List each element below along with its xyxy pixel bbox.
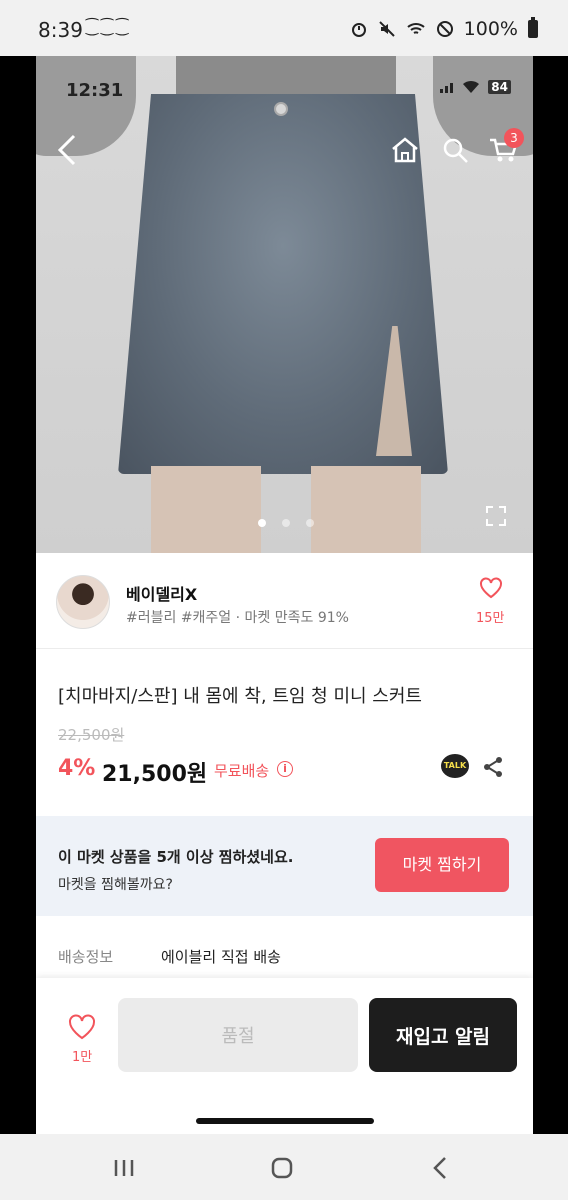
heart-icon[interactable] — [479, 577, 503, 599]
restock-alert-button[interactable]: 재입고 알림 — [369, 998, 517, 1072]
heart-icon[interactable] — [68, 1014, 96, 1040]
no-disturb-icon — [436, 21, 453, 37]
info-icon[interactable]: i — [277, 761, 293, 777]
alarm-icon — [351, 23, 366, 37]
mute-icon — [378, 21, 395, 37]
kakao-talk-icon[interactable]: TALK — [441, 754, 469, 778]
wifi-icon — [463, 80, 480, 93]
system-time: 8:39 — [38, 18, 83, 42]
free-shipping-label: 무료배송 — [214, 762, 270, 780]
seller-like-count: 15만 — [476, 611, 505, 626]
product-image[interactable]: 12:31 84 3 — [36, 56, 533, 553]
market-like-banner: 이 마켓 상품을 5개 이상 찜하셨네요. 마켓을 찜해볼까요? 마켓 찜하기 — [36, 816, 533, 916]
image-skirt-button — [274, 102, 288, 116]
sale-price: 21,500원 — [102, 762, 208, 787]
discount-rate: 4% — [58, 756, 96, 781]
like-market-button[interactable]: 마켓 찜하기 — [375, 838, 509, 892]
image-arm-left — [36, 56, 136, 156]
notification-icons: ⁐⁐⁐ — [86, 18, 132, 36]
image-leg-right — [311, 466, 421, 553]
seller-name[interactable]: 베이델리X — [126, 581, 197, 605]
battery-percent: 100% — [463, 18, 518, 40]
seller-avatar[interactable] — [56, 575, 110, 629]
image-pager — [258, 519, 314, 527]
expand-icon[interactable] — [484, 504, 508, 528]
bottom-action-bar: 1만 품절 재입고 알림 — [36, 978, 533, 1134]
soldout-button[interactable]: 품절 — [118, 998, 358, 1072]
pager-dot — [282, 519, 290, 527]
app-screen: 12:31 84 3 베이델리X #러블리 #캐주얼 · 마켓 만족도 91% … — [36, 56, 533, 1134]
recent-apps-icon[interactable] — [112, 1158, 136, 1178]
app-battery-level: 84 — [488, 80, 511, 94]
product-title: [치마바지/스판] 내 몸에 착, 트임 청 미니 스커트 — [58, 686, 422, 707]
home-icon[interactable] — [390, 136, 420, 164]
banner-question: 마켓을 찜해볼까요? — [58, 877, 173, 893]
product-like-count: 1만 — [72, 1050, 93, 1065]
delivery-info-label: 배송정보 — [58, 948, 114, 966]
app-status-time: 12:31 — [66, 80, 124, 101]
system-status-icons: 100% — [350, 17, 538, 40]
image-leg-left — [151, 466, 261, 553]
share-icon[interactable] — [482, 756, 504, 778]
wifi-icon — [407, 23, 425, 34]
cart-count-badge: 3 — [504, 128, 524, 148]
seller-tags: #러블리 #캐주얼 · 마켓 만족도 91% — [126, 610, 349, 626]
system-nav-bar — [0, 1134, 568, 1200]
banner-message: 이 마켓 상품을 5개 이상 찜하셨네요. — [58, 848, 294, 866]
original-price: 22,500원 — [58, 726, 125, 744]
pager-dot — [258, 519, 266, 527]
back-button-icon[interactable] — [432, 1156, 448, 1180]
pager-dot — [306, 519, 314, 527]
app-status-icons: 84 — [440, 80, 511, 94]
home-indicator[interactable] — [196, 1118, 374, 1124]
seller-row[interactable]: 베이델리X #러블리 #캐주얼 · 마켓 만족도 91% 15만 — [36, 553, 533, 649]
delivery-info-value: 에이블리 직접 배송 — [161, 948, 281, 966]
search-icon[interactable] — [441, 136, 469, 164]
home-button-icon[interactable] — [270, 1156, 294, 1180]
system-status-bar: 8:39 ⁐⁐⁐ 100% — [0, 0, 568, 56]
back-icon[interactable] — [54, 132, 82, 168]
signal-icon — [440, 83, 454, 93]
battery-icon — [528, 17, 538, 38]
